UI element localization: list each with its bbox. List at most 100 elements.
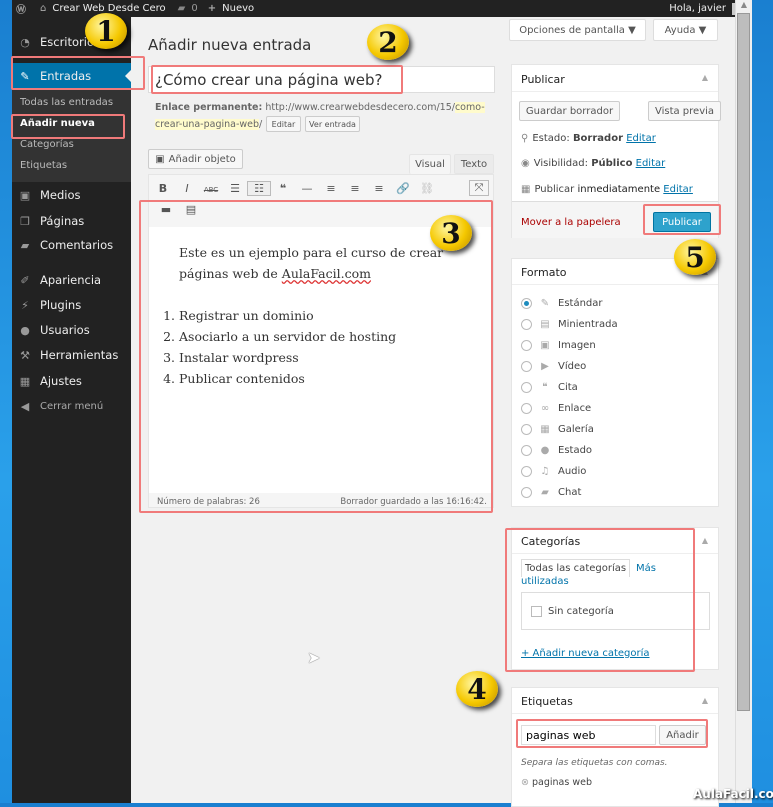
annotation-badge-3: 3	[430, 215, 472, 251]
strikethrough-icon[interactable]: ABC	[199, 186, 223, 194]
format-option[interactable]: ▤ Minientrada	[521, 314, 618, 335]
radio-button[interactable]	[521, 319, 532, 330]
collapse-menu-button[interactable]: ◀ Cerrar menú	[12, 395, 131, 417]
collapse-arrow-icon[interactable]: ▲	[702, 536, 708, 545]
submenu-item-categorias[interactable]: Categorías	[20, 139, 74, 150]
add-media-button[interactable]: ▣ Añadir objeto	[148, 149, 243, 169]
save-draft-button[interactable]: Guardar borrador	[519, 101, 620, 121]
sidebar-item-comentarios[interactable]: ▰ Comentarios	[12, 234, 131, 256]
format-title: Formato	[521, 266, 567, 279]
link-icon[interactable]: 🔗	[391, 182, 415, 195]
pin-icon: ⚲	[521, 133, 529, 144]
status-icon: ●	[540, 445, 550, 456]
wordpress-logo-icon[interactable]: Ⓦ	[16, 1, 26, 16]
unlink-icon[interactable]: ⛓	[415, 182, 439, 195]
collapse-arrow-icon[interactable]: ▲	[702, 73, 708, 82]
greeting-link[interactable]: Hola, javier	[669, 3, 726, 14]
mouse-cursor-icon: ➤	[307, 648, 321, 667]
format-option[interactable]: ✎ Estándar	[521, 293, 618, 314]
radio-button[interactable]	[521, 340, 532, 351]
plugin-icon: ⚡	[21, 298, 29, 312]
tab-texto[interactable]: Texto	[454, 154, 494, 174]
pin-icon: ✎	[540, 298, 550, 309]
video-icon: ▶	[541, 361, 549, 372]
annotation-badge-2: 2	[367, 24, 409, 60]
sidebar-item-usuarios[interactable]: ● Usuarios	[12, 319, 131, 341]
sidebar-item-plugins[interactable]: ⚡ Plugins	[12, 294, 131, 316]
radio-button[interactable]	[521, 298, 532, 309]
radio-button[interactable]	[521, 466, 532, 477]
link-icon: ∞	[540, 403, 550, 414]
new-link[interactable]: Nuevo	[222, 3, 254, 14]
tags-hint: Separa las etiquetas con comas.	[521, 758, 668, 768]
permalink-edit-button[interactable]: Editar	[266, 116, 301, 132]
radio-button[interactable]	[521, 445, 532, 456]
submenu-item-todas[interactable]: Todas las entradas	[20, 97, 113, 108]
sidebar-item-apariencia[interactable]: ✐ Apariencia	[12, 269, 131, 291]
aside-icon: ▤	[540, 319, 550, 330]
radio-button[interactable]	[521, 361, 532, 372]
settings-icon: ▦	[19, 374, 31, 388]
scrollbar-thumb[interactable]	[737, 13, 750, 711]
quote-icon[interactable]: ❝	[271, 182, 295, 195]
format-option[interactable]: ● Estado	[521, 440, 618, 461]
sidebar-item-paginas[interactable]: ❐ Páginas	[12, 210, 131, 232]
annotation-badge-4: 4	[456, 671, 498, 707]
align-right-icon[interactable]: ≡	[367, 182, 391, 195]
format-option[interactable]: ▦ Galería	[521, 419, 618, 440]
format-options: ✎ Estándar ▤ Minientrada ▣ Imagen ▶ Vídeo ❝ Cita ∞…	[521, 293, 618, 503]
media-icon: ▣	[19, 188, 31, 202]
tags-title: Etiquetas	[521, 695, 573, 708]
horizontal-line-icon[interactable]: —	[295, 182, 319, 195]
chat-icon: ▰	[541, 487, 549, 498]
preview-button[interactable]: Vista previa	[648, 101, 721, 121]
dashboard-icon: ◔	[20, 35, 30, 49]
view-post-button[interactable]: Ver entrada	[305, 116, 360, 132]
sidebar-item-herramientas[interactable]: ⚒ Herramientas	[12, 344, 131, 366]
format-option[interactable]: ∞ Enlace	[521, 398, 618, 419]
align-center-icon[interactable]: ≡	[343, 182, 367, 195]
numbered-list-icon[interactable]: ☷	[247, 181, 271, 196]
radio-button[interactable]	[521, 487, 532, 498]
sidebar-item-ajustes[interactable]: ▦ Ajustes	[12, 370, 131, 392]
user-icon: ●	[20, 323, 30, 337]
italic-icon[interactable]: I	[175, 182, 199, 195]
format-option[interactable]: ❝ Cita	[521, 377, 618, 398]
tab-visual[interactable]: Visual	[409, 154, 451, 174]
sidebar-item-medios[interactable]: ▣ Medios	[12, 184, 131, 206]
quote-icon: ❝	[542, 382, 548, 393]
radio-button[interactable]	[521, 403, 532, 414]
bold-icon[interactable]: B	[151, 182, 175, 195]
visibility-row: ◉ Visibilidad: Público Editar	[521, 158, 666, 169]
eye-icon: ◉	[521, 158, 530, 169]
collapse-arrow-icon[interactable]: ▲	[702, 696, 708, 705]
comment-icon: ▰	[177, 3, 186, 14]
format-option[interactable]: ▣ Imagen	[521, 335, 618, 356]
format-option[interactable]: ♫ Audio	[521, 461, 618, 482]
remove-tag-icon[interactable]: ⊗	[521, 777, 529, 788]
annotation-box-publish	[643, 204, 721, 235]
format-box: Formato ▲ ✎Estándar▤Minientrada▣Imagen▶V…	[511, 258, 719, 507]
edit-schedule-link[interactable]: Editar	[663, 184, 693, 195]
format-option[interactable]: ▶ Vídeo	[521, 356, 618, 377]
help-button[interactable]: Ayuda ▼	[653, 19, 718, 41]
publish-title: Publicar	[521, 73, 565, 86]
comments-count[interactable]: 0	[191, 3, 197, 14]
brush-icon: ✐	[20, 273, 30, 287]
trash-link[interactable]: Mover a la papelera	[521, 217, 621, 228]
format-option[interactable]: ▰ Chat	[521, 482, 618, 503]
submenu-item-etiquetas[interactable]: Etiquetas	[20, 160, 67, 171]
radio-button[interactable]	[521, 382, 532, 393]
screen-options-button[interactable]: Opciones de pantalla ▼	[509, 19, 646, 41]
edit-visibility-link[interactable]: Editar	[636, 158, 666, 169]
annotation-box-title	[151, 65, 403, 94]
calendar-icon: ▦	[521, 184, 531, 195]
radio-button[interactable]	[521, 424, 532, 435]
schedule-row: ▦ Publicar inmediatamente Editar	[521, 184, 693, 195]
plus-icon: +	[207, 3, 217, 14]
bullet-list-icon[interactable]: ☰	[223, 182, 247, 195]
scrollbar[interactable]: ▲	[735, 0, 752, 803]
align-left-icon[interactable]: ≡	[319, 182, 343, 195]
edit-status-link[interactable]: Editar	[626, 133, 656, 144]
fullscreen-icon[interactable]: ⤧	[469, 180, 489, 196]
